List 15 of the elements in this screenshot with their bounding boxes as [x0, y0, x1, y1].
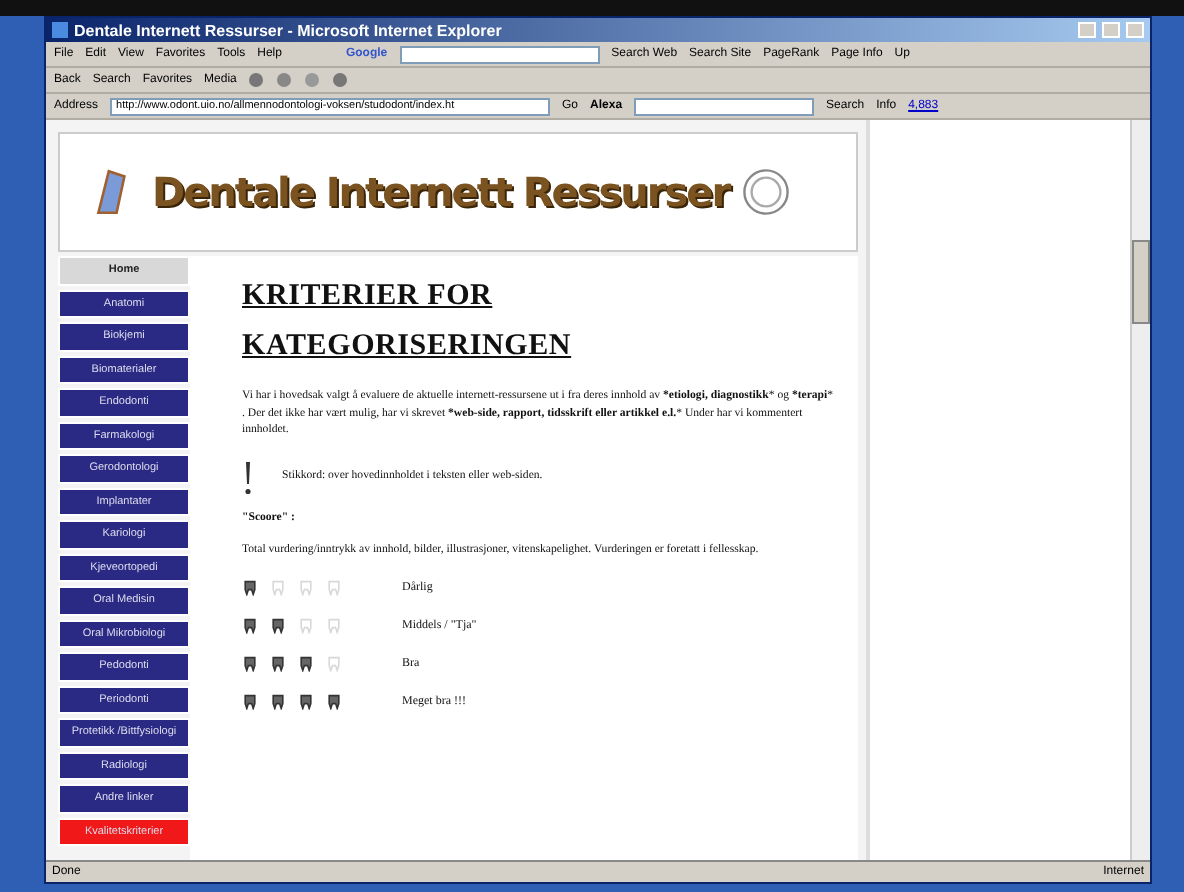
minimize-button[interactable]: [1078, 22, 1096, 38]
seal-icon: [741, 168, 790, 216]
page-heading: KRITERIER FOR: [242, 280, 495, 314]
exclamation-icon: [242, 461, 254, 494]
alexa-search-field[interactable]: [634, 97, 815, 115]
search-field[interactable]: [399, 45, 600, 63]
banner-title: Dentale Internett Ressurser: [152, 168, 730, 216]
browser-icon: [52, 22, 68, 38]
page-heading: KATEGORISERINGEN: [242, 330, 574, 364]
tooth-icon: [242, 579, 258, 596]
maximize-button[interactable]: [1102, 22, 1120, 38]
close-button[interactable]: [1126, 22, 1144, 38]
window-title: Dentale Internett Ressurser - Microsoft Internet Explorer: [74, 21, 504, 39]
tooth-outline-icon: [326, 655, 342, 672]
scrollbar[interactable]: [1130, 120, 1150, 860]
